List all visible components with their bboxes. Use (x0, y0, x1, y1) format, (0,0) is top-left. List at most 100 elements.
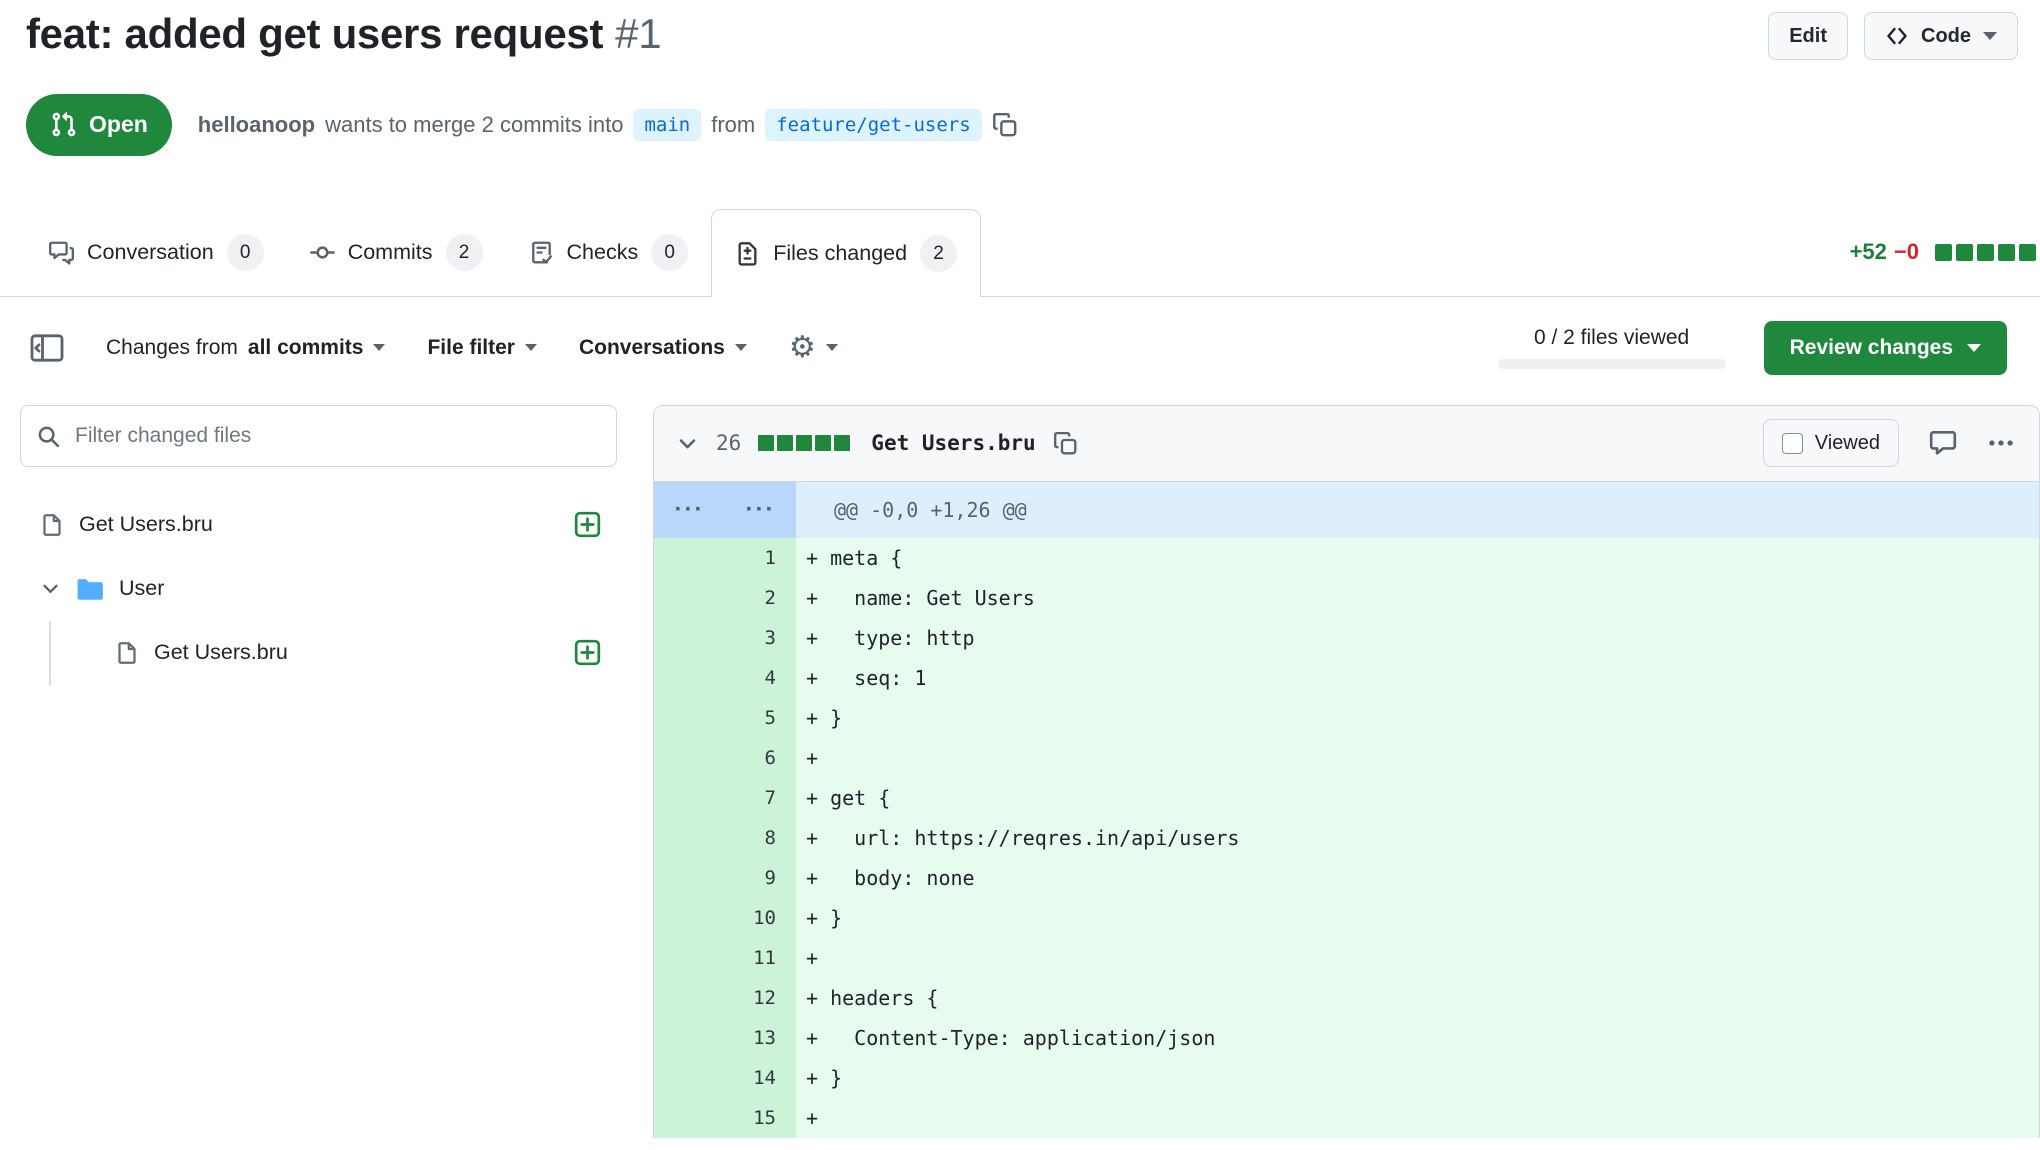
viewed-label: Viewed (1815, 432, 1880, 455)
diff-line-number[interactable]: 8 (654, 818, 796, 858)
tab-files-changed[interactable]: Files changed 2 (711, 209, 981, 297)
diff-line: 14 + } (654, 1058, 2039, 1098)
changes-from-dropdown[interactable]: Changes from all commits (106, 336, 385, 360)
file-tree-sidebar: Get Users.bru User (20, 405, 617, 685)
diff-line-number[interactable]: 11 (654, 938, 796, 978)
diff-line-code: + type: http (796, 618, 2039, 658)
diff-line: 13 + Content-Type: application/json (654, 1018, 2039, 1058)
expand-diff-button[interactable]: ··· (654, 482, 725, 538)
hunk-header-text: @@ -0,0 +1,26 @@ (796, 482, 2039, 538)
byline-text: wants to merge 2 commits into (325, 112, 623, 138)
diff-line: 2 + name: Get Users (654, 578, 2039, 618)
changes-from-label: Changes from (106, 336, 238, 360)
diff-line-code: + get { (796, 778, 2039, 818)
chevron-down-icon (373, 344, 385, 351)
diff-line-number[interactable]: 9 (654, 858, 796, 898)
collapse-sidebar-button[interactable] (30, 333, 64, 363)
files-viewed-progress: 0 / 2 files viewed (1498, 326, 1726, 369)
edit-button-label: Edit (1789, 25, 1827, 48)
base-branch-label[interactable]: main (633, 109, 701, 141)
diff-line-number[interactable]: 1 (654, 538, 796, 578)
code-icon (1885, 24, 1909, 48)
viewed-toggle-button[interactable]: Viewed (1763, 419, 1899, 467)
expand-diff-button[interactable]: ··· (725, 482, 796, 538)
tab-label: Files changed (773, 241, 907, 266)
pr-number: #1 (615, 10, 661, 57)
diff-file-name[interactable]: Get Users.bru (871, 431, 1035, 455)
review-changes-label: Review changes (1790, 336, 1953, 360)
copy-branch-button[interactable] (992, 112, 1018, 138)
diff-line-number[interactable]: 5 (654, 698, 796, 738)
file-icon (115, 641, 139, 665)
diff-line: 10 + } (654, 898, 2039, 938)
diff-line-number[interactable]: 6 (654, 738, 796, 778)
file-filter-dropdown[interactable]: File filter (427, 336, 537, 360)
tab-conversation[interactable]: Conversation 0 (26, 210, 287, 296)
author-login[interactable]: helloanoop (198, 112, 315, 138)
chevron-down-icon (40, 578, 61, 599)
diff-line-number[interactable]: 14 (654, 1058, 796, 1098)
diff-line-code: + } (796, 1058, 2039, 1098)
tree-item-root-file[interactable]: Get Users.bru (20, 493, 617, 557)
comment-on-file-button[interactable] (1929, 429, 1957, 457)
git-commit-icon (310, 240, 335, 265)
tab-commits[interactable]: Commits 2 (287, 210, 506, 296)
comment-discussion-icon (49, 240, 74, 265)
diff-line-number[interactable]: 10 (654, 898, 796, 938)
head-branch-label[interactable]: feature/get-users (765, 109, 981, 141)
viewed-checkbox[interactable] (1782, 433, 1803, 454)
file-added-icon (574, 511, 601, 538)
tab-label: Conversation (87, 240, 214, 265)
chevron-down-icon (826, 344, 838, 351)
diffstat-block (1935, 244, 1952, 261)
diff-line: 7 + get { (654, 778, 2039, 818)
hunk-gutter: ··· ··· (654, 482, 796, 538)
collapse-file-button[interactable] (676, 432, 699, 455)
filter-changed-files-input[interactable] (20, 405, 617, 467)
diff-line-number[interactable]: 2 (654, 578, 796, 618)
edit-button[interactable]: Edit (1768, 12, 1848, 60)
diff-line-code: + headers { (796, 978, 2039, 1018)
tree-item-nested-file[interactable]: Get Users.bru (51, 621, 617, 685)
tab-label: Checks (567, 240, 639, 265)
gear-icon: ⚙ (789, 333, 816, 363)
diff-line: 5 + } (654, 698, 2039, 738)
diff-line: 8 + url: https://reqres.in/api/users (654, 818, 2039, 858)
diff-code-lines: 1 + meta { 2 + name: Get Users 3 + type:… (654, 538, 2039, 1138)
changes-from-value: all commits (248, 336, 364, 360)
diff-line: 1 + meta { (654, 538, 2039, 578)
checklist-icon (529, 240, 554, 265)
diffstat: +52 −0 (1850, 239, 2036, 265)
copy-file-path-button[interactable] (1053, 431, 1078, 456)
diffstat-block (758, 435, 774, 451)
copy-icon (1053, 431, 1078, 456)
tab-checks[interactable]: Checks 0 (506, 210, 712, 296)
diff-line: 6 + (654, 738, 2039, 778)
file-options-kebab-button[interactable] (1987, 429, 2015, 457)
diff-line-number[interactable]: 7 (654, 778, 796, 818)
file-diff-icon (735, 241, 760, 266)
diff-line-code: + (796, 938, 2039, 978)
diff-line-number[interactable]: 13 (654, 1018, 796, 1058)
diff-line-code: + } (796, 698, 2039, 738)
diff-line: 9 + body: none (654, 858, 2039, 898)
diff-line-number[interactable]: 4 (654, 658, 796, 698)
diff-line-number[interactable]: 15 (654, 1098, 796, 1138)
diff-line-number[interactable]: 12 (654, 978, 796, 1018)
code-button-label: Code (1921, 25, 1971, 48)
diffstat-block (1956, 244, 1973, 261)
diff-settings-dropdown[interactable]: ⚙ (789, 333, 838, 363)
chevron-down-icon (525, 344, 537, 351)
sidebar-collapse-icon (30, 333, 64, 363)
diffstat-block (2019, 244, 2036, 261)
tree-item-label: User (119, 576, 164, 601)
diff-line-number[interactable]: 3 (654, 618, 796, 658)
code-button[interactable]: Code (1864, 12, 2018, 60)
review-changes-button[interactable]: Review changes (1764, 321, 2007, 375)
tree-item-folder-user[interactable]: User (20, 557, 617, 621)
tab-counter: 0 (227, 234, 264, 271)
chevron-down-icon (1983, 32, 1997, 40)
chevron-down-icon (735, 344, 747, 351)
conversations-dropdown[interactable]: Conversations (579, 336, 747, 360)
diff-file-header: 26 Get Users.bru Viewed (654, 406, 2039, 482)
